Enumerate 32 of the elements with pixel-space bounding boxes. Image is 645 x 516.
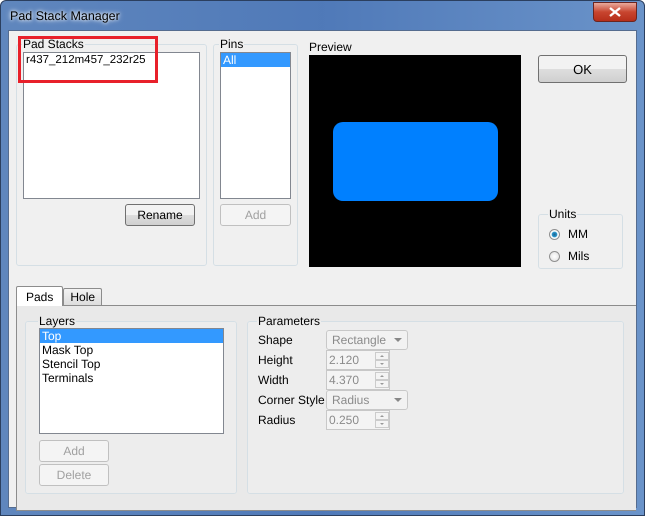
list-item[interactable]: r437_212m457_232r25	[24, 53, 199, 67]
tab[interactable]: Hole	[63, 288, 102, 305]
field-label: Height	[258, 353, 294, 367]
field-label: Width	[258, 373, 290, 387]
close-button[interactable]	[593, 2, 637, 22]
preview-label: Preview	[309, 39, 353, 55]
group-label: Layers	[38, 314, 76, 328]
radio-label: MM	[568, 227, 588, 241]
caret-icon	[394, 398, 402, 402]
group-label: Pad Stacks	[22, 37, 85, 51]
radio-button[interactable]	[549, 250, 560, 262]
window-title: Pad Stack Manager	[10, 8, 120, 22]
radio-button[interactable]	[549, 228, 560, 240]
list-item[interactable]: Terminals	[40, 371, 223, 385]
layers-list[interactable]: Top Mask Top Stencil Top Terminals	[39, 328, 224, 434]
caret-icon	[394, 338, 402, 342]
close-icon	[609, 6, 621, 16]
radio-option[interactable]: Mils	[549, 245, 612, 267]
group-label: Pins	[219, 37, 244, 51]
field-label: Radius	[258, 413, 296, 427]
field-label: Shape	[258, 333, 294, 347]
radio-option[interactable]: MM	[549, 223, 612, 245]
tab[interactable]: Pads	[16, 286, 64, 306]
radio-label: Mils	[568, 249, 590, 263]
rename-button[interactable]: Rename	[125, 204, 195, 226]
group-label: Parameters	[257, 314, 322, 328]
group-label: Units	[548, 207, 578, 221]
list-item[interactable]: Mask Top	[40, 343, 223, 357]
pad-stacks-list[interactable]: r437_212m457_232r25	[23, 52, 200, 199]
field-label: Corner Style	[258, 393, 326, 407]
ok-button[interactable]: OK	[538, 55, 627, 83]
list-item[interactable]: Stencil Top	[40, 357, 223, 371]
